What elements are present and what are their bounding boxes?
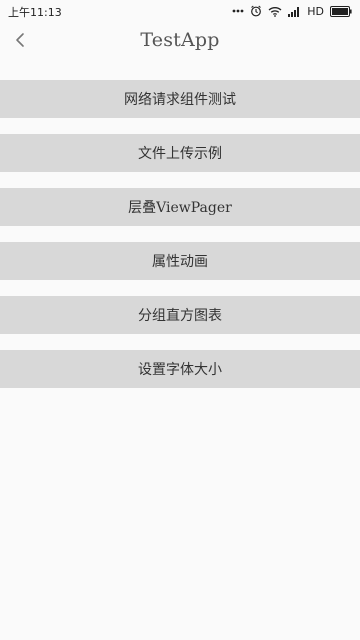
status-icons: HD: [232, 3, 352, 19]
page-title: TestApp: [140, 29, 220, 51]
more-dots-icon: [232, 4, 244, 18]
network-type: HD: [307, 4, 324, 18]
chevron-left-icon: [14, 32, 26, 52]
menu-item-property-animation[interactable]: 属性动画: [0, 242, 360, 280]
menu-item-font-size[interactable]: 设置字体大小: [0, 350, 360, 388]
back-button[interactable]: [4, 24, 36, 60]
wifi-icon: [268, 4, 282, 18]
menu-item-stacked-viewpager[interactable]: 层叠ViewPager: [0, 188, 360, 226]
alarm-icon: [250, 4, 262, 18]
status-bar: 上午11:13 HD: [0, 0, 360, 22]
signal-icon: [288, 4, 301, 18]
menu-item-grouped-histogram[interactable]: 分组直方图表: [0, 296, 360, 334]
status-time: 上午11:13: [8, 6, 62, 19]
toolbar: TestApp: [0, 22, 360, 66]
battery-icon: [330, 4, 352, 18]
menu-item-network-request[interactable]: 网络请求组件测试: [0, 80, 360, 118]
menu-item-file-upload[interactable]: 文件上传示例: [0, 134, 360, 172]
